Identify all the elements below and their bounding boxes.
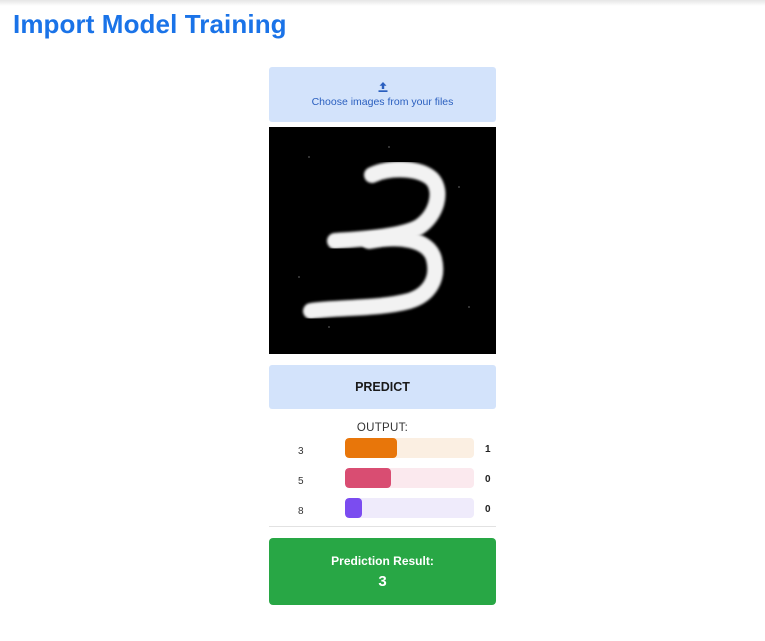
output-row-label: 5 xyxy=(298,476,304,487)
output-list: 315080 xyxy=(269,438,496,528)
output-row-value: 0 xyxy=(485,474,491,485)
probability-bar-track xyxy=(345,468,474,488)
output-row-label: 3 xyxy=(298,446,304,457)
page-title: Import Model Training xyxy=(13,9,287,39)
probability-bar-track xyxy=(345,438,474,458)
output-row: 31 xyxy=(269,438,496,468)
digit-preview-image xyxy=(269,127,496,354)
output-row: 80 xyxy=(269,498,496,528)
top-shadow xyxy=(0,0,765,6)
result-title: Prediction Result: xyxy=(331,553,434,568)
choose-images-button[interactable]: Choose images from your files xyxy=(269,67,496,122)
output-row-value: 1 xyxy=(485,444,491,455)
predict-button[interactable]: PREDICT xyxy=(269,365,496,409)
output-row-value: 0 xyxy=(485,504,491,515)
upload-label: Choose images from your files xyxy=(311,96,454,108)
probability-bar-fill xyxy=(345,438,397,458)
output-title: OUTPUT: xyxy=(356,422,409,434)
prediction-panel: Choose images from your files PREDICT OU… xyxy=(269,67,496,605)
output-row: 50 xyxy=(269,468,496,498)
prediction-result-box: Prediction Result: 3 xyxy=(269,538,496,605)
output-row-label: 8 xyxy=(298,506,304,517)
probability-bar-fill xyxy=(345,498,362,518)
probability-bar-track xyxy=(345,498,474,518)
result-value: 3 xyxy=(378,572,387,590)
probability-bar-fill xyxy=(345,468,392,488)
upload-icon xyxy=(378,82,387,92)
